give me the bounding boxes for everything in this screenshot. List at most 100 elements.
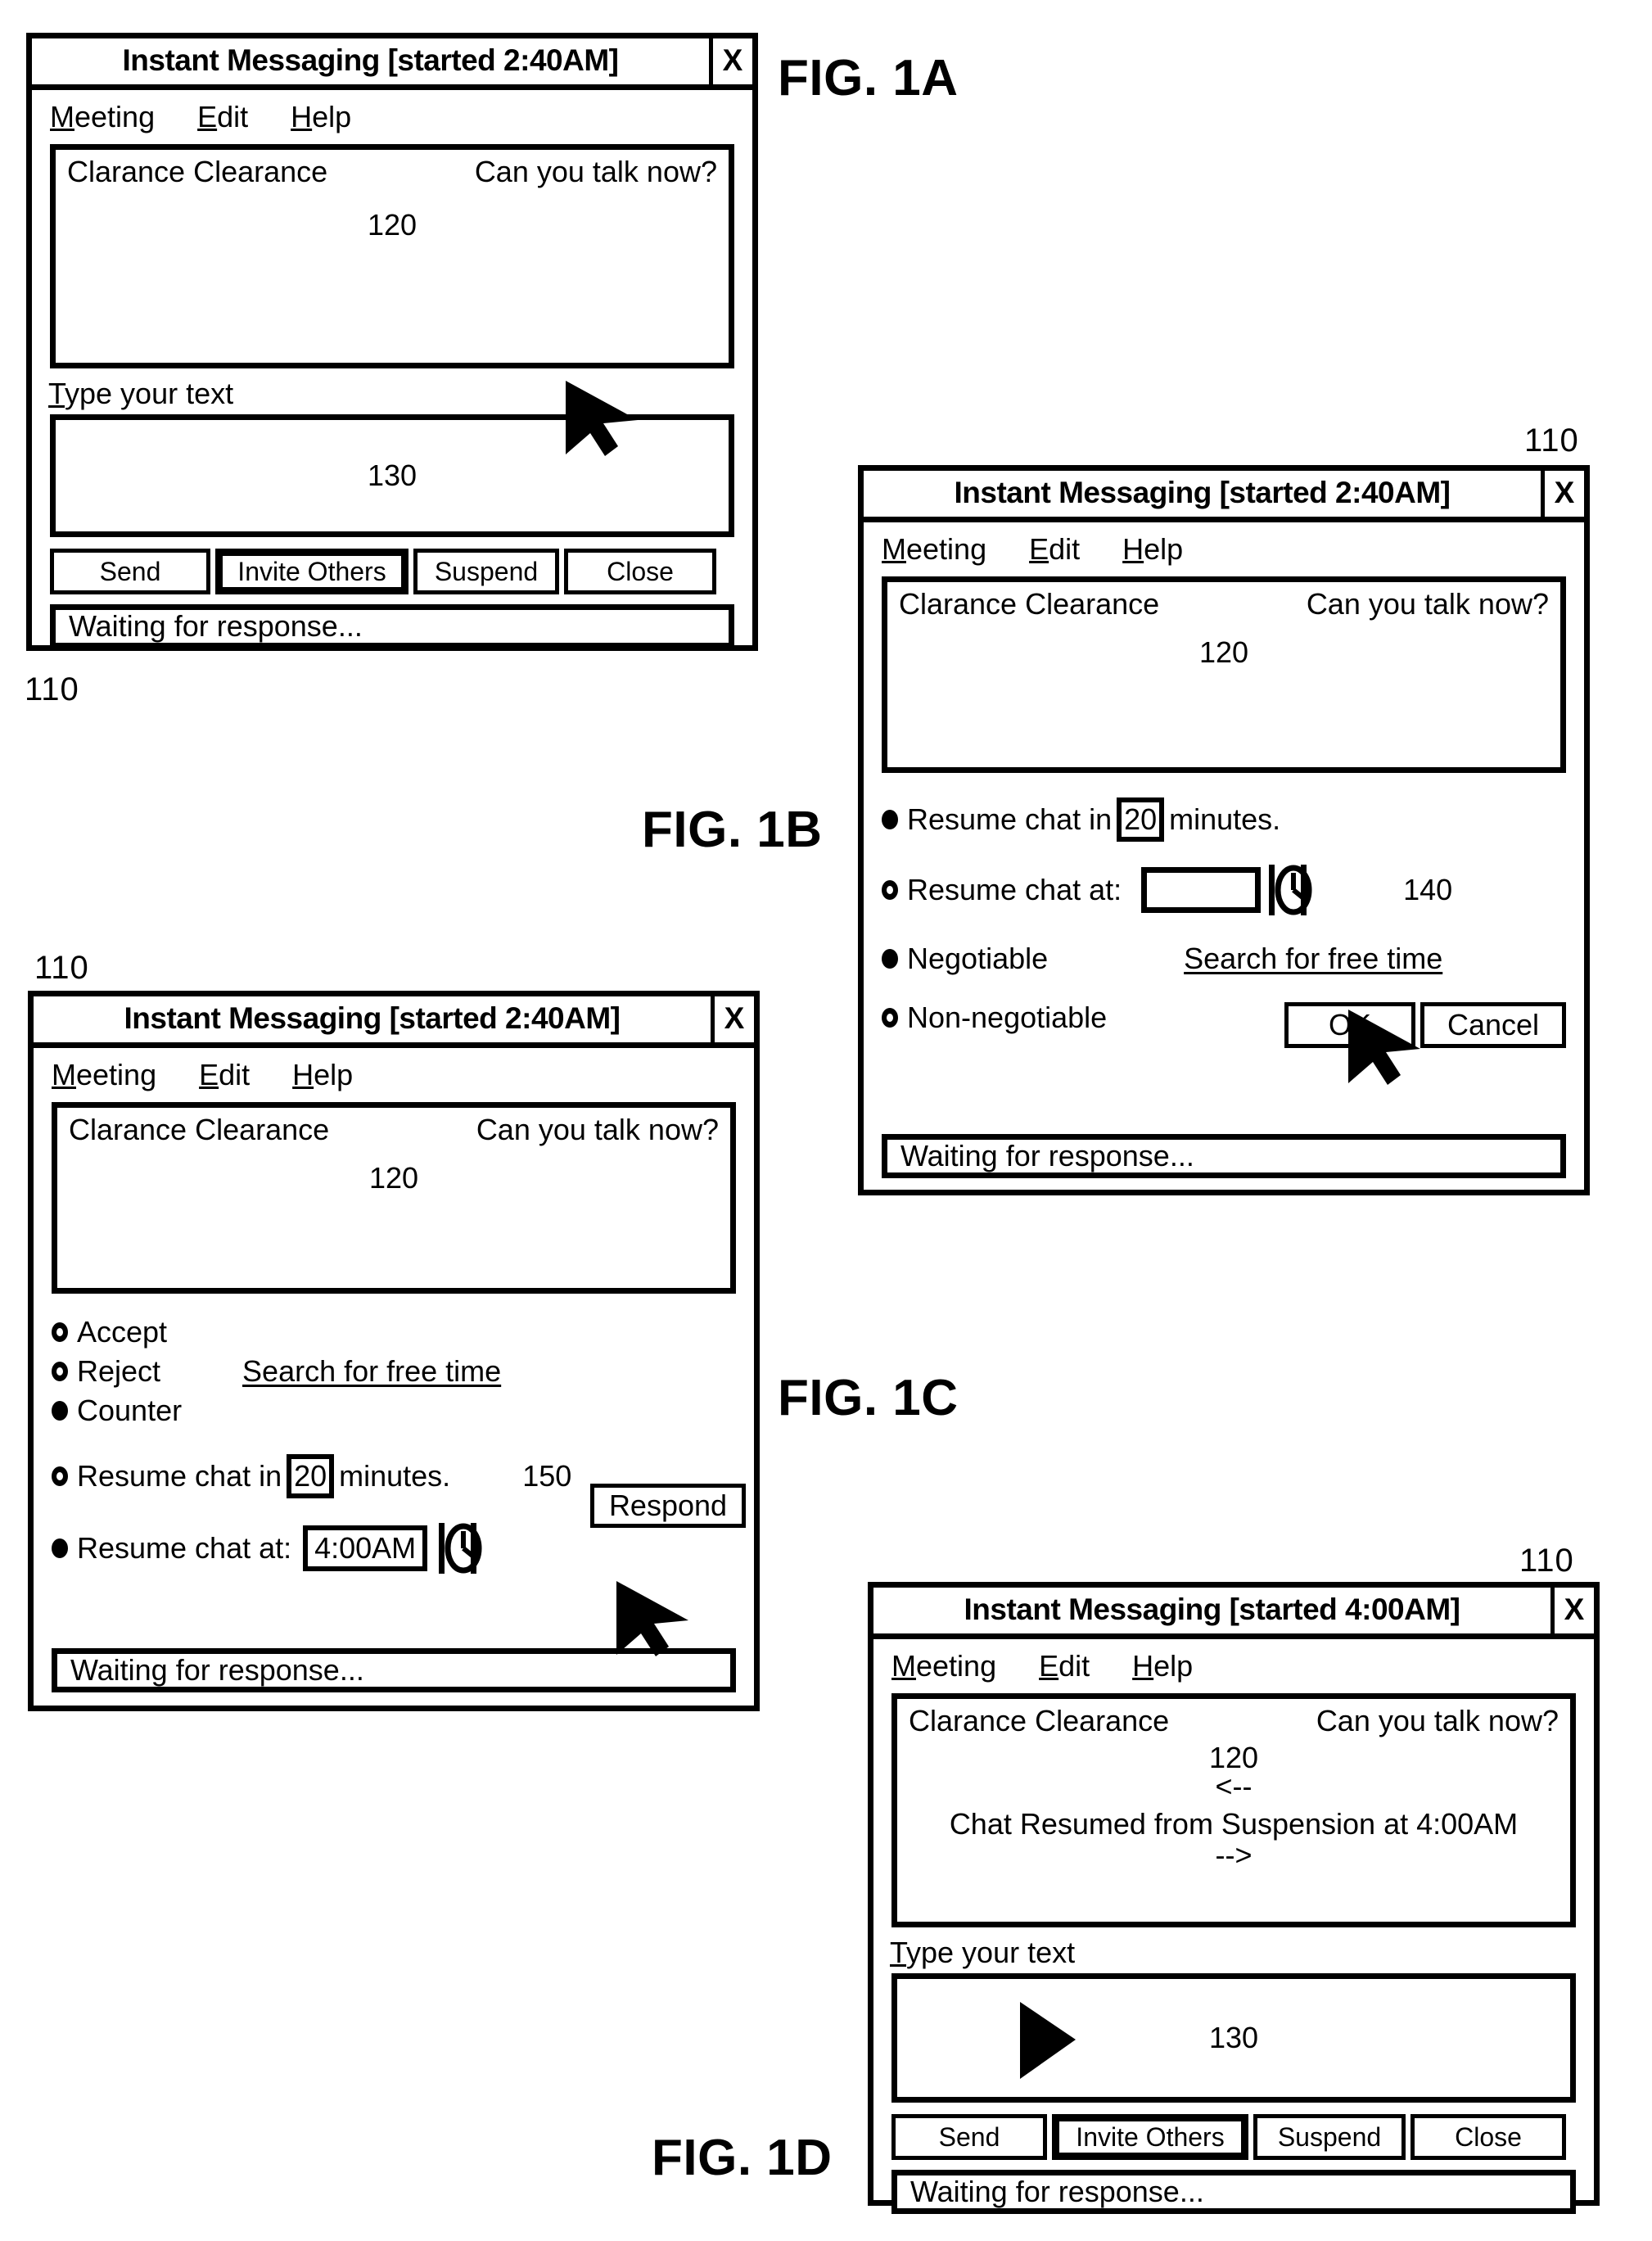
search-free-time-link[interactable]: Search for free time xyxy=(1184,942,1442,976)
im-window-fig-1c: Instant Messaging [started 2:40AM] X Mee… xyxy=(28,991,760,1711)
suspension-options-panel: Resume chat in 20 minutes. Resume chat a… xyxy=(882,797,1566,1048)
menu-item-edit[interactable]: Edit xyxy=(199,1058,250,1092)
option-suffix: minutes. xyxy=(1169,802,1281,836)
suspend-button[interactable]: Suspend xyxy=(413,549,559,594)
menu-item-help[interactable]: Help xyxy=(1122,532,1183,567)
chat-message-row: Clarance Clearance Can you talk now? xyxy=(56,150,729,189)
window-title: Instant Messaging [started 2:40AM] xyxy=(124,1001,621,1035)
chat-area-ref: 120 xyxy=(368,1161,419,1195)
menu-item-help[interactable]: Help xyxy=(291,100,351,134)
message-input[interactable]: 130 xyxy=(891,1973,1576,2103)
panel-ref-number: 150 xyxy=(522,1459,572,1493)
response-options-panel: Accept Reject Search for free time Count… xyxy=(52,1315,746,1574)
option-label: Resume chat in xyxy=(77,1459,282,1493)
window-title: Instant Messaging [started 2:40AM] xyxy=(122,43,619,77)
option-label: Resume chat at: xyxy=(907,873,1122,906)
menu-item-help[interactable]: Help xyxy=(1132,1649,1193,1683)
figure-label-1a: FIG. 1A xyxy=(778,50,959,106)
radio-unselected-icon[interactable] xyxy=(882,880,898,900)
search-free-time-link[interactable]: Search for free time xyxy=(242,1354,501,1389)
option-counter[interactable]: Counter xyxy=(52,1394,746,1428)
dialog-button-row: OK Cancel xyxy=(1284,1002,1566,1048)
menu-item-edit[interactable]: Edit xyxy=(197,100,248,134)
option-label: Reject xyxy=(77,1354,161,1388)
invite-others-button[interactable]: Invite Others xyxy=(215,549,408,594)
chat-area-ref: 120 xyxy=(1208,1741,1259,1774)
panel-ref-number: 140 xyxy=(1403,873,1453,906)
close-icon[interactable]: X xyxy=(711,996,754,1042)
send-button[interactable]: Send xyxy=(891,2114,1047,2160)
clock-icon[interactable] xyxy=(439,1523,482,1574)
option-label: Counter xyxy=(77,1394,183,1427)
close-button[interactable]: Close xyxy=(564,549,716,594)
cancel-button[interactable]: Cancel xyxy=(1420,1002,1566,1048)
action-button-row: Send Invite Others Suspend Close xyxy=(891,2114,1576,2160)
window-title: Instant Messaging [started 2:40AM] xyxy=(954,475,1451,509)
close-icon[interactable]: X xyxy=(1550,1588,1594,1633)
status-bar: Waiting for response... xyxy=(891,2170,1576,2214)
option-accept[interactable]: Accept xyxy=(52,1315,746,1349)
status-bar: Waiting for response... xyxy=(50,604,734,648)
menu-item-meeting[interactable]: Meeting xyxy=(52,1058,156,1092)
chat-sender: Clarance Clearance xyxy=(67,155,328,188)
input-ref: 130 xyxy=(1208,2021,1259,2054)
menu-item-edit[interactable]: Edit xyxy=(1039,1649,1090,1683)
chat-transcript: Clarance Clearance Can you talk now? 120… xyxy=(891,1693,1576,1927)
clock-icon[interactable] xyxy=(1269,865,1312,915)
menu-item-help[interactable]: Help xyxy=(292,1058,353,1092)
mouse-cursor-icon xyxy=(1015,1997,1081,2091)
time-input[interactable]: 4:00AM xyxy=(303,1525,428,1571)
input-label-rest: ype your text xyxy=(906,1936,1076,1969)
radio-unselected-icon[interactable] xyxy=(52,1466,68,1486)
menu-item-edit[interactable]: Edit xyxy=(1029,532,1080,567)
input-label-rest: ype your text xyxy=(65,377,234,410)
chat-message: Can you talk now? xyxy=(1306,587,1549,621)
status-bar: Waiting for response... xyxy=(882,1134,1566,1178)
option-negotiable[interactable]: Negotiable Search for free time xyxy=(882,942,1566,976)
dialog-button-row: Respond xyxy=(590,1484,746,1528)
option-resume-chat-at[interactable]: Resume chat at: 140 xyxy=(882,865,1566,915)
chat-sender: Clarance Clearance xyxy=(69,1113,330,1146)
message-input[interactable]: 130 xyxy=(50,414,734,537)
ok-button[interactable]: OK xyxy=(1284,1002,1415,1048)
chat-sender: Clarance Clearance xyxy=(899,587,1160,621)
chat-sender: Clarance Clearance xyxy=(909,1704,1170,1737)
chat-message: Can you talk now? xyxy=(476,1113,719,1146)
radio-unselected-icon[interactable] xyxy=(52,1322,68,1342)
chat-area-ref: 120 xyxy=(367,208,418,242)
option-reject[interactable]: Reject Search for free time xyxy=(52,1354,746,1389)
minutes-input[interactable]: 20 xyxy=(1117,797,1165,842)
time-input[interactable] xyxy=(1141,867,1262,913)
radio-selected-icon[interactable] xyxy=(52,1401,68,1421)
chat-message-row: Clarance Clearance Can you talk now? xyxy=(57,1108,730,1147)
send-button[interactable]: Send xyxy=(50,549,210,594)
radio-selected-icon[interactable] xyxy=(882,949,898,969)
titlebar: Instant Messaging [started 2:40AM] X xyxy=(32,38,752,90)
input-label: Type your text xyxy=(890,1936,1076,1969)
option-label: Resume chat at: xyxy=(77,1531,292,1565)
titlebar: Instant Messaging [started 2:40AM] X xyxy=(34,996,754,1048)
radio-unselected-icon[interactable] xyxy=(52,1362,68,1381)
minutes-input[interactable]: 20 xyxy=(287,1454,335,1498)
invite-others-button[interactable]: Invite Others xyxy=(1052,2114,1248,2160)
respond-button[interactable]: Respond xyxy=(590,1484,746,1528)
chat-resume-notice: Chat Resumed from Suspension at 4:00AM xyxy=(949,1807,1519,1841)
radio-selected-icon[interactable] xyxy=(882,810,898,829)
radio-unselected-icon[interactable] xyxy=(882,1008,898,1028)
menu-item-meeting[interactable]: Meeting xyxy=(882,532,986,567)
menubar: Meeting Edit Help xyxy=(34,1048,754,1100)
suspend-button[interactable]: Suspend xyxy=(1253,2114,1406,2160)
chat-message: Can you talk now? xyxy=(474,155,717,188)
chat-transcript: Clarance Clearance Can you talk now? 120 xyxy=(52,1102,736,1294)
radio-selected-icon[interactable] xyxy=(52,1538,68,1558)
option-label: Resume chat in xyxy=(907,802,1113,836)
ref-number-fig-1b: 110 xyxy=(1524,422,1579,459)
menu-item-meeting[interactable]: Meeting xyxy=(50,100,155,134)
option-resume-chat-in[interactable]: Resume chat in 20 minutes. xyxy=(882,797,1566,842)
option-resume-chat-at[interactable]: Resume chat at: 4:00AM xyxy=(52,1523,746,1574)
close-icon[interactable]: X xyxy=(709,38,752,84)
menu-item-meeting[interactable]: Meeting xyxy=(891,1649,996,1683)
close-icon[interactable]: X xyxy=(1541,471,1584,517)
close-button[interactable]: Close xyxy=(1411,2114,1566,2160)
figure-label-1b: FIG. 1B xyxy=(642,802,823,858)
